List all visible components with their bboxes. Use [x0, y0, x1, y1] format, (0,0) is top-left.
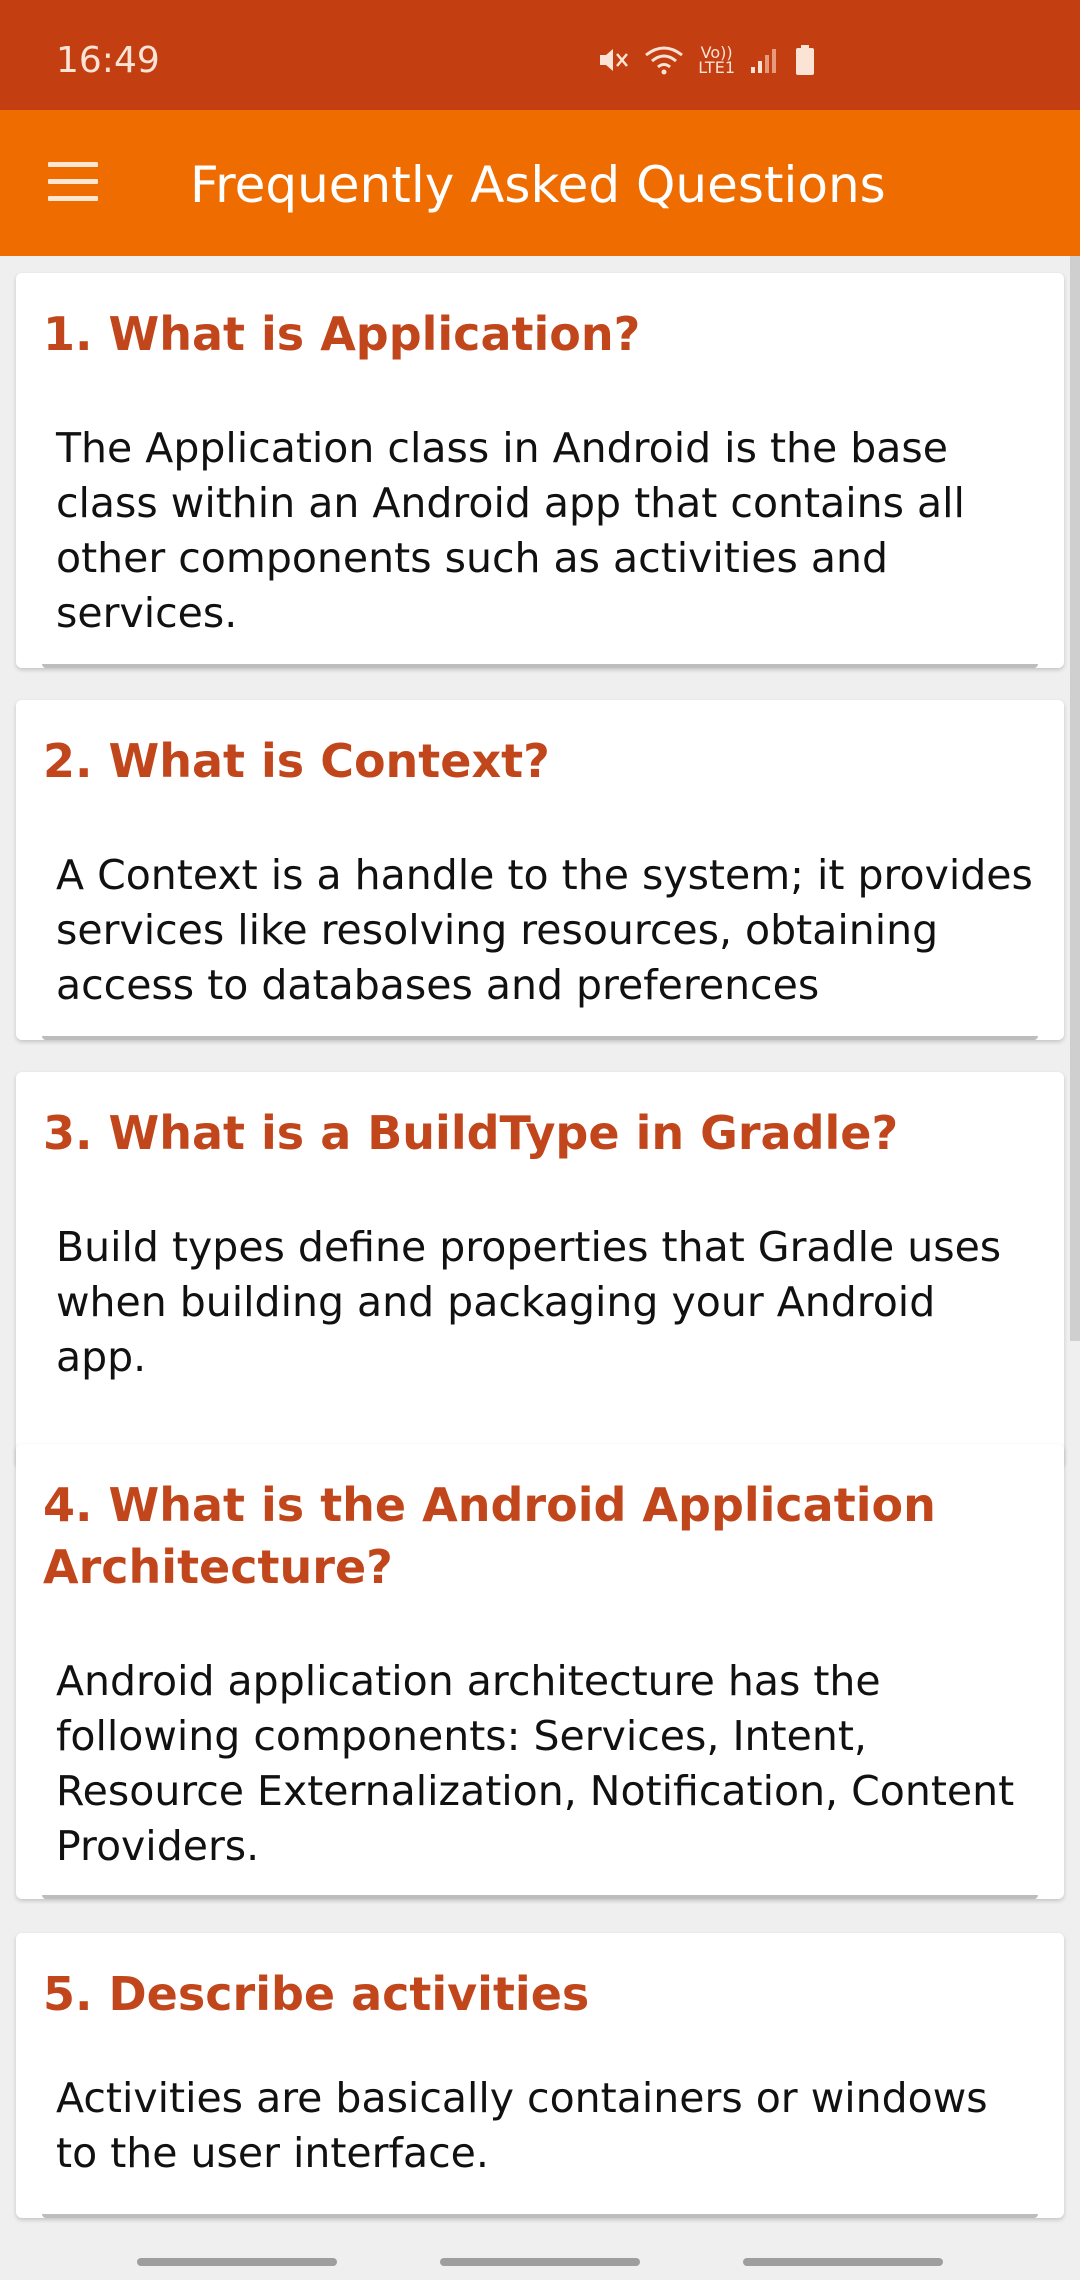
- status-bar: 16:49 Vo)) LTE1: [0, 0, 1080, 110]
- faq-card: 3. What is a BuildType in Gradle? Build …: [16, 1072, 1064, 1467]
- status-icons: Vo)) LTE1: [596, 44, 815, 76]
- faq-question: 5. Describe activities: [43, 1967, 590, 2021]
- nav-recent-apps[interactable]: [137, 2258, 337, 2266]
- lte-icon: Vo)) LTE1: [698, 45, 735, 77]
- wifi-icon: [644, 45, 684, 75]
- faq-question: 2. What is Context?: [43, 734, 550, 788]
- status-time: 16:49: [56, 40, 160, 81]
- faq-answer: The Application class in Android is the …: [56, 424, 965, 637]
- faq-card: 5. Describe activities Activities are ba…: [16, 1933, 1064, 2218]
- faq-card: 1. What is Application? The Application …: [16, 273, 1064, 668]
- faq-answer: Build types define properties that Gradl…: [56, 1223, 1002, 1381]
- navigation-bar: [0, 2236, 1080, 2280]
- faq-question: 1. What is Application?: [43, 307, 641, 361]
- app-bar: Frequently Asked Questions: [0, 110, 1080, 256]
- faq-answer: A Context is a handle to the system; it …: [56, 851, 1033, 1009]
- faq-question: 3. What is a BuildType in Gradle?: [43, 1106, 899, 1160]
- faq-list[interactable]: 1. What is Application? The Application …: [0, 256, 1080, 2236]
- faq-answer: Activities are basically containers or w…: [56, 2074, 988, 2177]
- nav-back[interactable]: [743, 2258, 943, 2266]
- faq-card: 4. What is the Android Application Archi…: [16, 1444, 1064, 1899]
- signal-icon: [749, 45, 781, 75]
- app-title: Frequently Asked Questions: [190, 156, 886, 214]
- mute-icon: [596, 45, 630, 75]
- faq-question: 4. What is the Android Application Archi…: [43, 1478, 936, 1594]
- scrollbar[interactable]: [1070, 256, 1080, 1341]
- nav-home[interactable]: [440, 2258, 640, 2266]
- hamburger-menu-icon[interactable]: [48, 162, 98, 202]
- faq-answer: Android application architecture has the…: [56, 1657, 1015, 1870]
- lte-label-bottom: LTE1: [698, 58, 735, 77]
- faq-card: 2. What is Context? A Context is a handl…: [16, 700, 1064, 1040]
- battery-icon: [795, 44, 815, 76]
